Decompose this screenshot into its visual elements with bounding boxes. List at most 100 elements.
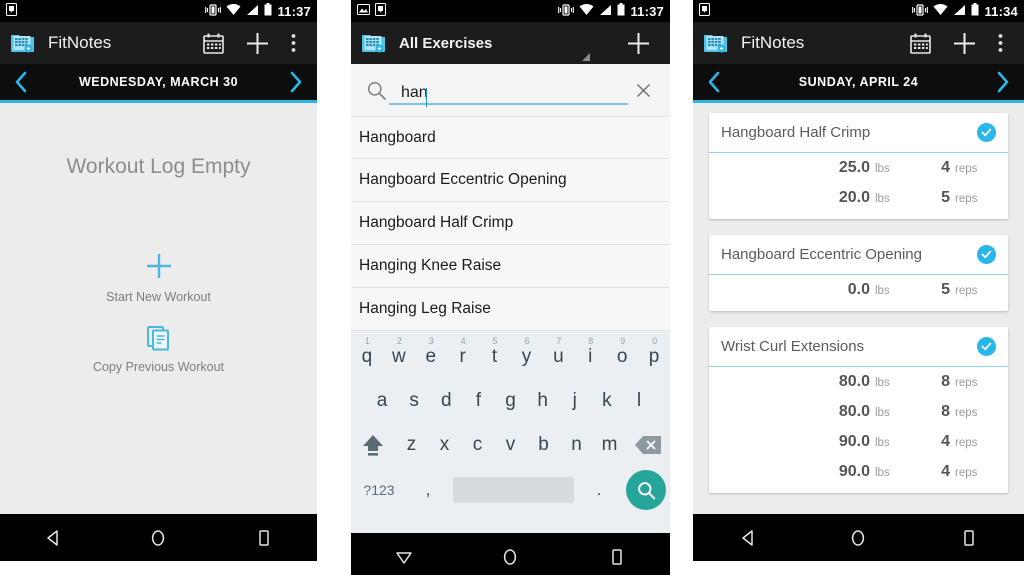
chevron-left-icon[interactable] — [10, 70, 32, 94]
exercise-name: Hangboard Eccentric Opening — [359, 171, 567, 188]
set-row[interactable]: 80.0 lbs 8 reps — [709, 367, 1008, 397]
status-right-icons: 11:34 — [912, 3, 1018, 19]
home-icon[interactable] — [135, 518, 181, 558]
copy-previous-workout-button[interactable]: Copy Previous Workout — [0, 325, 317, 374]
key-i[interactable]: 8i — [574, 335, 606, 379]
key-b[interactable]: b — [527, 423, 560, 467]
set-weight: 20.0 — [838, 189, 870, 206]
key-l[interactable]: l — [623, 379, 655, 423]
action-bar-buttons — [898, 22, 1014, 64]
set-row[interactable]: 20.0 lbs 5 reps — [709, 183, 1008, 219]
add-icon[interactable] — [942, 22, 986, 64]
key-u[interactable]: 7u — [542, 335, 574, 379]
key-v[interactable]: v — [494, 423, 527, 467]
set-weight: 80.0 — [838, 373, 870, 390]
exercise-card[interactable]: Hangboard Half Crimp 25.0 lbs 4 reps 20.… — [709, 113, 1008, 219]
home-icon[interactable] — [835, 518, 881, 558]
exercise-card-title: Wrist Curl Extensions — [721, 338, 865, 355]
search-enter-icon[interactable] — [626, 470, 666, 510]
exercise-card[interactable]: Wrist Curl Extensions 80.0 lbs 8 reps 80… — [709, 327, 1008, 493]
phone-panel-3: 11:34 FitNotes SUNDAY, APRIL 24 Hangboar… — [693, 0, 1024, 575]
image-icon — [357, 4, 370, 18]
set-row[interactable]: 0.0 lbs 5 reps — [709, 275, 1008, 311]
recents-icon[interactable] — [946, 518, 992, 558]
keyboard-down-icon[interactable] — [381, 537, 427, 575]
exercise-card[interactable]: Hangboard Eccentric Opening 0.0 lbs 5 re… — [709, 235, 1008, 311]
period-key[interactable]: . — [578, 468, 620, 512]
copy-documents-icon — [146, 325, 172, 356]
recents-icon[interactable] — [241, 518, 287, 558]
clear-search-icon[interactable] — [628, 83, 658, 98]
list-item[interactable]: Hanging Knee Raise — [351, 245, 670, 288]
key-c[interactable]: c — [461, 423, 494, 467]
spinner-dropdown-icon[interactable] — [582, 53, 590, 61]
shift-icon[interactable] — [351, 432, 395, 458]
status-left-icons — [6, 3, 17, 19]
chevron-right-icon[interactable] — [285, 70, 307, 94]
set-row[interactable]: 90.0 lbs 4 reps — [709, 457, 1008, 493]
key-d[interactable]: d — [430, 379, 462, 423]
list-item[interactable]: Hangboard — [351, 116, 670, 159]
backspace-icon[interactable] — [626, 435, 670, 455]
exercise-card-header: Hangboard Eccentric Opening — [709, 235, 1008, 275]
check-circle-icon[interactable] — [977, 245, 996, 264]
key-label: r — [459, 346, 466, 367]
check-circle-icon[interactable] — [977, 337, 996, 356]
key-t[interactable]: 5t — [479, 335, 511, 379]
key-f[interactable]: f — [462, 379, 494, 423]
set-row[interactable]: 80.0 lbs 8 reps — [709, 397, 1008, 427]
phone-panel-2: 11:37 All Exercises han Hangboard Hangbo… — [351, 0, 670, 575]
set-weight-unit: lbs — [875, 407, 890, 419]
key-r[interactable]: 4r — [447, 335, 479, 379]
symbols-key[interactable]: ?123 — [351, 468, 407, 512]
back-icon[interactable] — [725, 518, 771, 558]
key-label: e — [425, 346, 437, 367]
list-item[interactable]: Hanging Leg Raise — [351, 288, 670, 331]
set-reps-unit: reps — [955, 285, 978, 297]
key-q[interactable]: 1q — [351, 335, 383, 379]
calendar-icon[interactable] — [191, 22, 235, 64]
calendar-icon[interactable] — [898, 22, 942, 64]
set-weight: 25.0 — [838, 159, 870, 176]
key-o[interactable]: 9o — [606, 335, 638, 379]
overflow-icon[interactable] — [986, 22, 1014, 64]
status-right-icons: 11:37 — [205, 3, 311, 19]
key-m[interactable]: m — [593, 423, 626, 467]
set-reps: 8 — [941, 373, 950, 390]
chevron-right-icon[interactable] — [992, 70, 1014, 94]
key-n[interactable]: n — [560, 423, 593, 467]
keyboard-row-4: ?123 , . — [351, 467, 670, 513]
space-key[interactable] — [453, 477, 574, 503]
key-x[interactable]: x — [428, 423, 461, 467]
set-weight-unit: lbs — [875, 285, 890, 297]
check-circle-icon[interactable] — [977, 123, 996, 142]
key-e[interactable]: 3e — [415, 335, 447, 379]
empty-state-title: Workout Log Empty — [66, 155, 251, 178]
status-clock: 11:37 — [277, 3, 311, 19]
list-item[interactable]: Hangboard Half Crimp — [351, 202, 670, 245]
key-g[interactable]: g — [494, 379, 526, 423]
add-icon[interactable] — [616, 22, 660, 64]
set-row[interactable]: 25.0 lbs 4 reps — [709, 153, 1008, 183]
key-y[interactable]: 6y — [511, 335, 543, 379]
start-new-workout-button[interactable]: Start New Workout — [0, 251, 317, 304]
key-w[interactable]: 2w — [383, 335, 415, 379]
set-row[interactable]: 90.0 lbs 4 reps — [709, 427, 1008, 457]
key-p[interactable]: 0p — [638, 335, 670, 379]
list-item[interactable]: Hangboard Eccentric Opening — [351, 159, 670, 202]
add-icon[interactable] — [235, 22, 279, 64]
key-z[interactable]: z — [395, 423, 428, 467]
back-icon[interactable] — [30, 518, 76, 558]
comma-key[interactable]: , — [407, 468, 449, 512]
status-bar: 11:37 — [0, 0, 317, 22]
chevron-left-icon[interactable] — [703, 70, 725, 94]
key-a[interactable]: a — [366, 379, 398, 423]
home-icon[interactable] — [487, 537, 533, 575]
search-input[interactable]: han — [389, 75, 628, 107]
key-k[interactable]: k — [591, 379, 623, 423]
key-s[interactable]: s — [398, 379, 430, 423]
key-j[interactable]: j — [559, 379, 591, 423]
recents-icon[interactable] — [594, 537, 640, 575]
key-h[interactable]: h — [527, 379, 559, 423]
overflow-icon[interactable] — [279, 22, 307, 64]
